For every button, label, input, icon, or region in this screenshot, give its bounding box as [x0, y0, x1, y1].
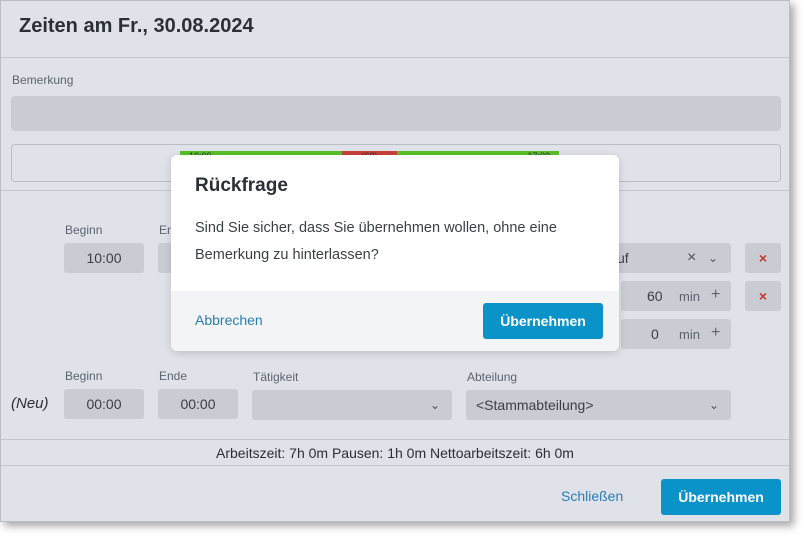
plus-icon[interactable]: +	[711, 324, 720, 342]
entry2-delete-button[interactable]: ×	[745, 281, 781, 311]
new-activity-label: Tätigkeit	[253, 370, 299, 384]
window-title: Zeiten am Fr., 30.08.2024	[19, 15, 254, 37]
entry2-duration-stepper[interactable]: 60 min +	[621, 281, 731, 311]
dialog-confirm-button[interactable]: Übernehmen	[483, 303, 603, 339]
title-divider	[1, 57, 789, 58]
entry2-duration-value: 60	[647, 288, 663, 304]
remark-input[interactable]	[11, 96, 781, 131]
new-row-label: (Neu)	[11, 395, 49, 412]
new-begin-label: Beginn	[65, 369, 103, 383]
entry3-duration-stepper[interactable]: 0 min +	[621, 319, 731, 349]
entry1-begin-label: Beginn	[65, 223, 103, 237]
footer-divider	[1, 465, 789, 466]
time-summary: Arbeitszeit: 7h 0m Pausen: 1h 0m Nettoar…	[216, 445, 574, 461]
entry1-delete-button[interactable]: ×	[745, 243, 781, 273]
close-button[interactable]: Schließen	[561, 488, 623, 504]
delete-icon: ×	[758, 288, 768, 304]
new-department-select[interactable]: <Stammabteilung> ⌄	[466, 390, 731, 420]
remark-label: Bemerkung	[12, 73, 74, 87]
dialog-cancel-button[interactable]: Abbrechen	[195, 312, 263, 328]
chevron-down-icon[interactable]: ⌄	[430, 398, 440, 412]
entry3-duration-unit: min	[679, 327, 700, 342]
entry2-duration-unit: min	[679, 289, 700, 304]
close-icon[interactable]: ×	[687, 249, 696, 267]
entry1-activity-select[interactable]: uf × ⌄	[601, 243, 731, 273]
chevron-down-icon[interactable]: ⌄	[708, 251, 718, 265]
apply-button[interactable]: Übernehmen	[661, 479, 781, 515]
summary-divider	[1, 439, 789, 440]
chevron-down-icon[interactable]: ⌄	[709, 398, 719, 412]
new-department-value: <Stammabteilung>	[476, 397, 594, 413]
delete-icon: ×	[758, 250, 768, 266]
entry1-begin-input[interactable]: 10:00	[64, 243, 144, 273]
dialog-footer: Abbrechen Übernehmen	[171, 291, 619, 351]
plus-icon[interactable]: +	[711, 286, 720, 304]
new-end-input[interactable]: 00:00	[158, 389, 238, 419]
new-end-label: Ende	[159, 369, 188, 383]
entry3-duration-value: 0	[651, 326, 659, 342]
dialog-message: Sind Sie sicher, dass Sie übernehmen wol…	[195, 220, 557, 263]
new-activity-select[interactable]: ⌄	[252, 390, 452, 420]
new-begin-input[interactable]: 00:00	[64, 389, 144, 419]
dialog-title: Rückfrage	[195, 175, 288, 196]
new-department-label: Abteilung	[467, 370, 518, 384]
confirm-dialog: Rückfrage Sind Sie sicher, dass Sie über…	[171, 155, 619, 351]
